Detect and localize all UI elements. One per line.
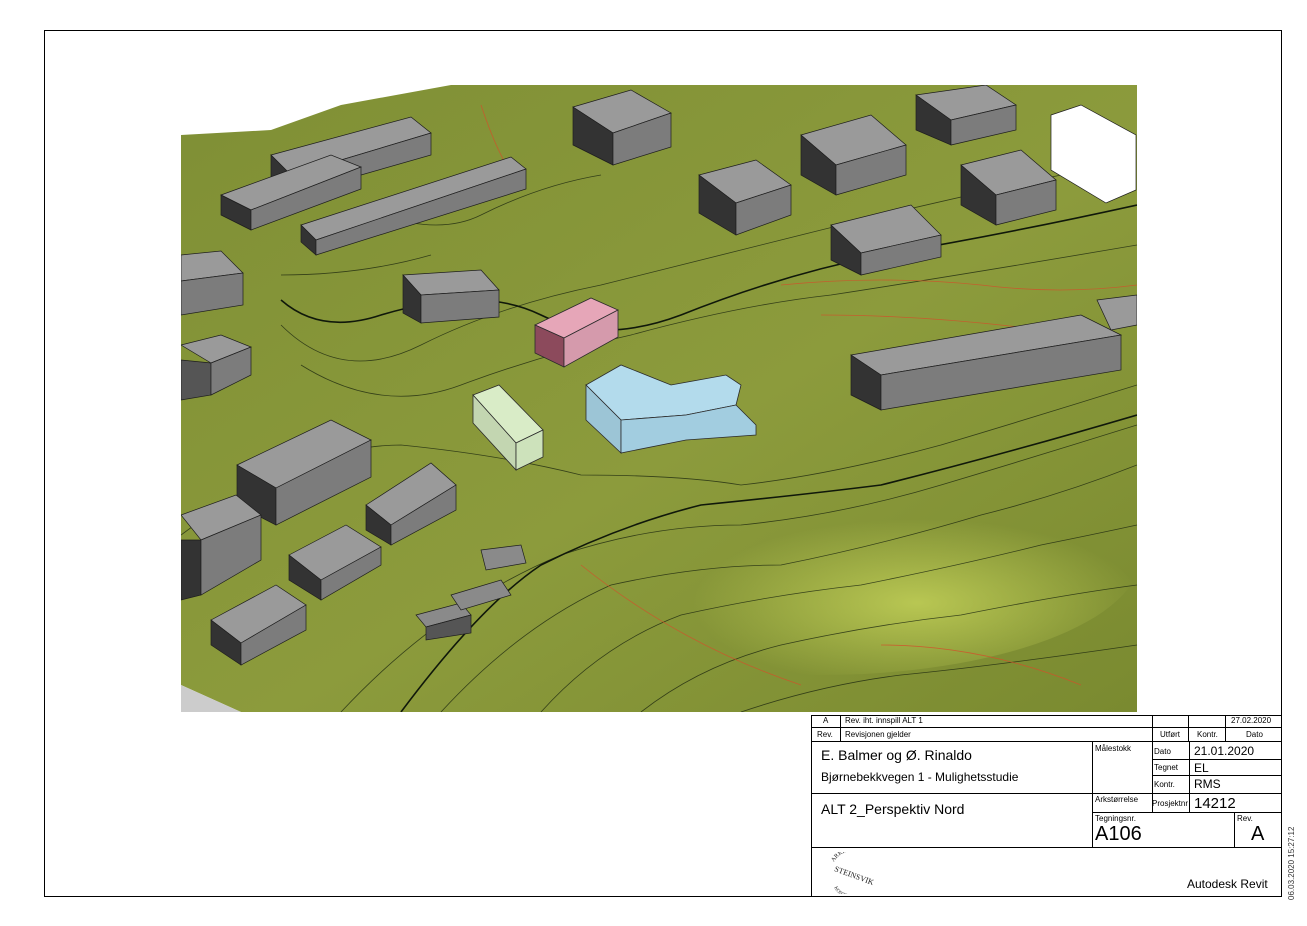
dato-value: 21.01.2020: [1194, 744, 1255, 758]
arkstorrelse-label: Arkstørrelse: [1095, 795, 1139, 804]
kontr-value: RMS: [1194, 777, 1221, 791]
dato-header-label: Dato: [1246, 730, 1263, 739]
tegnet-label: Tegnet: [1154, 763, 1179, 772]
svg-text:ARKITEKT: ARKITEKT: [831, 852, 861, 863]
rev-label-bottom: Rev.: [1237, 814, 1253, 823]
rev-description: Rev. iht. innspill ALT 1: [845, 716, 923, 725]
rev-code: A: [823, 716, 829, 725]
rev-label: Rev.: [817, 730, 833, 739]
perspective-render: [181, 85, 1137, 712]
scale-label: Målestokk: [1095, 744, 1132, 753]
print-timestamp: 06.03.2020 15:27:12: [1287, 826, 1296, 900]
project-name: Bjørnebekkvegen 1 - Mulighetsstudie: [821, 770, 1019, 784]
client-name: E. Balmer og Ø. Rinaldo: [821, 747, 972, 763]
kontr-label: Kontr.: [1154, 780, 1175, 789]
kontr-header-label: Kontr.: [1197, 730, 1218, 739]
utfort-label: Utført: [1160, 730, 1180, 739]
steinsvik-logo: ARKITEKT STEINSVIK KONTOR AS: [831, 852, 876, 894]
software-label: Autodesk Revit: [1187, 877, 1268, 891]
prosjektnr-value: 14212: [1194, 795, 1236, 812]
tegningsnr-label: Tegningsnr.: [1095, 814, 1136, 823]
svg-text:KONTOR AS: KONTOR AS: [832, 886, 859, 894]
tegningsnr-value: A106: [1095, 823, 1142, 845]
prosjektnr-label: Prosjektnr: [1152, 799, 1189, 808]
sheet-title: ALT 2_Perspektiv Nord: [821, 801, 965, 817]
rev-value: A: [1251, 823, 1265, 845]
tegnet-value: EL: [1194, 761, 1209, 775]
rev-date: 27.02.2020: [1231, 716, 1272, 725]
dato-label: Dato: [1154, 747, 1171, 756]
svg-text:STEINSVIK: STEINSVIK: [833, 864, 875, 887]
revisjonen-gjelder-label: Revisjonen gjelder: [845, 730, 911, 739]
